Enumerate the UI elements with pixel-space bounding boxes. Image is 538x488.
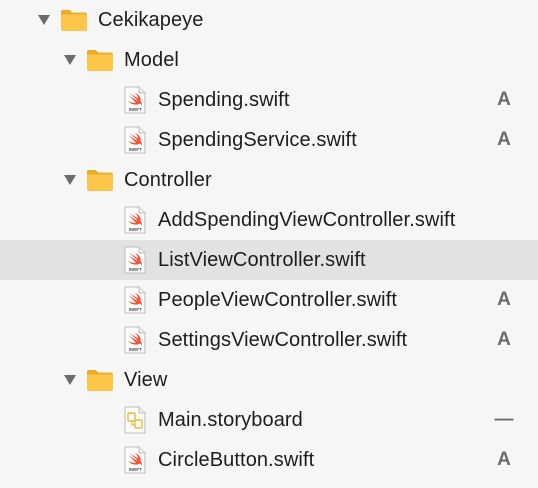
file-label: SpendingService.swift — [158, 129, 357, 151]
swift-file-icon: SWIFT — [124, 246, 146, 274]
source-control-status-badge: A — [497, 289, 511, 310]
file-label: CircleButton.swift — [158, 449, 315, 471]
svg-text:SWIFT: SWIFT — [128, 147, 141, 152]
folder-icon — [86, 368, 114, 392]
svg-text:SWIFT: SWIFT — [128, 467, 141, 472]
storyboard-file-icon — [124, 406, 146, 434]
file-label: Spending.swift — [158, 89, 290, 111]
disclosure-triangle-icon[interactable] — [62, 172, 78, 188]
file-row[interactable]: Main.storyboard — — [0, 400, 538, 440]
disclosure-triangle-icon[interactable] — [36, 12, 52, 28]
file-label: SettingsViewController.swift — [158, 329, 408, 351]
folder-icon — [86, 48, 114, 72]
source-control-status-badge: A — [497, 449, 511, 470]
svg-text:SWIFT: SWIFT — [128, 307, 141, 312]
folder-row[interactable]: Controller — [0, 160, 538, 200]
swift-file-icon: SWIFT — [124, 86, 146, 114]
svg-text:SWIFT: SWIFT — [128, 107, 141, 112]
folder-row[interactable]: View — [0, 360, 538, 400]
file-row[interactable]: SWIFT SpendingService.swift A — [0, 120, 538, 160]
disclosure-triangle-icon[interactable] — [62, 52, 78, 68]
folder-icon — [60, 8, 88, 32]
swift-file-icon: SWIFT — [124, 286, 146, 314]
source-control-status-badge: A — [497, 329, 511, 350]
file-label: AddSpendingViewController.swift — [158, 209, 456, 231]
file-row[interactable]: SWIFT SettingsViewController.swift A — [0, 320, 538, 360]
folder-label: Model — [124, 49, 179, 71]
swift-file-icon: SWIFT — [124, 206, 146, 234]
file-label: Main.storyboard — [158, 409, 303, 431]
folder-row[interactable]: Cekikapeye — [0, 0, 538, 40]
file-row[interactable]: SWIFT AddSpendingViewController.swift — [0, 200, 538, 240]
file-label: PeopleViewController.swift — [158, 289, 398, 311]
folder-label: View — [124, 369, 168, 391]
swift-file-icon: SWIFT — [124, 126, 146, 154]
svg-text:SWIFT: SWIFT — [128, 227, 141, 232]
folder-label: Controller — [124, 169, 212, 191]
source-control-status-badge: A — [497, 89, 511, 110]
project-navigator: Cekikapeye Model SWIFT Spending.swift A SWIFT… — [0, 0, 538, 488]
file-row[interactable]: SWIFT Spending.swift A — [0, 80, 538, 120]
disclosure-triangle-icon[interactable] — [62, 372, 78, 388]
folder-label: Cekikapeye — [98, 9, 204, 31]
source-control-status-badge: — — [494, 409, 514, 430]
file-label: ListViewController.swift — [158, 249, 366, 271]
source-control-status-badge: A — [497, 129, 511, 150]
file-row[interactable]: SWIFT PeopleViewController.swift A — [0, 280, 538, 320]
folder-icon — [86, 168, 114, 192]
folder-row[interactable]: Model — [0, 40, 538, 80]
swift-file-icon: SWIFT — [124, 446, 146, 474]
svg-text:SWIFT: SWIFT — [128, 347, 141, 352]
file-row[interactable]: SWIFT ListViewController.swift — [0, 240, 538, 280]
svg-text:SWIFT: SWIFT — [128, 267, 141, 272]
file-row[interactable]: SWIFT CircleButton.swift A — [0, 440, 538, 480]
swift-file-icon: SWIFT — [124, 326, 146, 354]
